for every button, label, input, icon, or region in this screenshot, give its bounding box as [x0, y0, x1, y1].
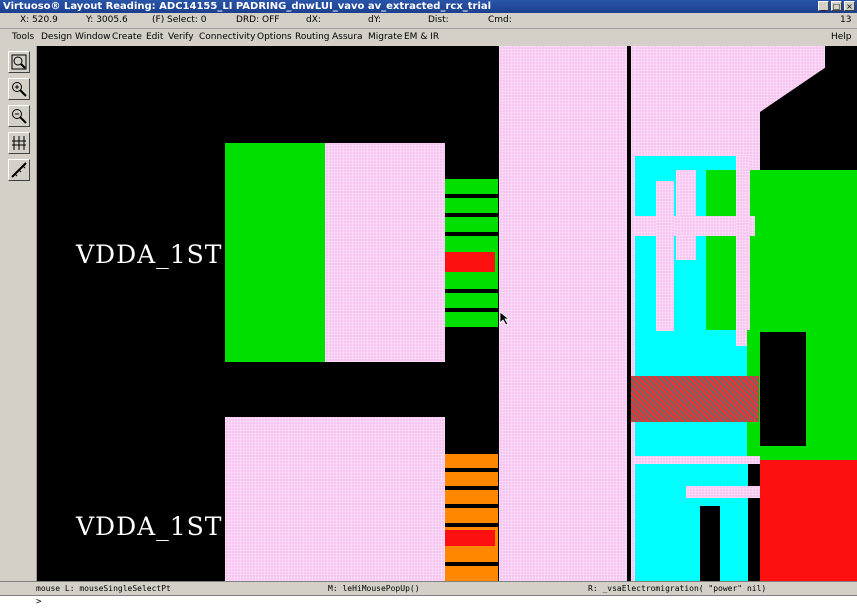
x-coordinate: X: 520.9 [20, 15, 58, 25]
drd-status: DRD: OFF [236, 15, 280, 25]
green-region-right [706, 170, 857, 330]
close-button[interactable]: × [844, 1, 855, 11]
menu-edit[interactable]: Edit [146, 32, 163, 42]
command-input[interactable]: > [0, 595, 857, 610]
menu-options[interactable]: Options [257, 32, 292, 42]
ruler-icon[interactable] [8, 159, 30, 181]
menu-design[interactable]: Design [41, 32, 72, 42]
maximize-button[interactable]: □ [831, 1, 842, 11]
menu-help[interactable]: Help [831, 32, 852, 42]
pin-label-vdda-upper: VDDA_1ST [76, 240, 223, 269]
pink-strap-v2 [736, 156, 750, 346]
red-region-right [760, 460, 857, 581]
menu-window[interactable]: Window [75, 32, 111, 42]
dist-readout: Dist: [428, 15, 449, 25]
pad-pink-lower [225, 417, 445, 581]
mouse-left-binding: mouse L: mouseSingleSelectPt [36, 584, 171, 593]
zoom-out-icon[interactable] [8, 105, 30, 127]
fit-view-icon[interactable] [8, 51, 30, 73]
select-count: (F) Select: 0 [152, 15, 207, 25]
column-divider [627, 46, 631, 581]
menu-assura[interactable]: Assura [332, 32, 362, 42]
stretch-icon[interactable] [8, 132, 30, 154]
pink-strap [676, 170, 696, 260]
pink-strap-lower [635, 456, 760, 464]
tool-palette [0, 46, 37, 581]
window-number: 13 [840, 15, 852, 25]
black-slot [700, 506, 720, 581]
pin-label-vdda-lower: VDDA_1ST [76, 512, 223, 541]
finger-gap [445, 308, 498, 312]
menu-routing[interactable]: Routing [295, 32, 330, 42]
cmd-readout: Cmd: [488, 15, 512, 25]
title-bar: Virtuoso® Layout Reading: ADC14155_LI PA… [0, 0, 857, 13]
status-bar: X: 520.9 Y: 3005.6 (F) Select: 0 DRD: OF… [0, 13, 857, 29]
pad-green-upper [225, 143, 325, 362]
finger-gap [445, 486, 498, 490]
finger-gap [445, 289, 498, 293]
finger-gap [445, 523, 498, 527]
menu-connectivity[interactable]: Connectivity [199, 32, 255, 42]
pink-strap-v [656, 181, 674, 331]
y-coordinate: Y: 3005.6 [86, 15, 128, 25]
canvas-left-strip [36, 46, 51, 581]
metal-trunk [499, 46, 635, 581]
mouse-right-binding: R: _vsaElectromigration( "power" nil) [588, 584, 767, 593]
finger-gap [445, 194, 498, 198]
menu-tools[interactable]: Tools [12, 32, 34, 42]
pink-strap-lower2 [686, 486, 760, 498]
finger-gap [445, 504, 498, 508]
dx-readout: dX: [306, 15, 321, 25]
window-title: Virtuoso® Layout Reading: ADC14155_LI PA… [3, 1, 492, 12]
pad-pink-upper [325, 143, 445, 362]
finger-gap [445, 213, 498, 217]
command-prompt: > [36, 597, 42, 607]
dy-readout: dY: [368, 15, 382, 25]
finger-gap [445, 232, 498, 236]
mouse-bindings-bar: mouse L: mouseSingleSelectPt M: leHiMous… [0, 581, 857, 596]
menu-create[interactable]: Create [112, 32, 142, 42]
minimize-button[interactable]: _ [818, 1, 829, 11]
layout-canvas[interactable]: VDDA_1ST VDDA_1ST [36, 46, 857, 581]
menu-em-ir[interactable]: EM & IR [404, 32, 439, 42]
hatched-region [631, 376, 759, 422]
mouse-middle-binding: M: leHiMousePopUp() [328, 584, 420, 593]
menu-verify[interactable]: Verify [168, 32, 194, 42]
finger-gap [445, 468, 498, 472]
finger-red-lower [445, 530, 495, 546]
black-notch [760, 332, 806, 446]
menu-bar: Tools Design Window Create Edit Verify C… [0, 29, 857, 47]
zoom-in-icon[interactable] [8, 78, 30, 100]
finger-gap [445, 562, 498, 566]
menu-migrate[interactable]: Migrate [368, 32, 402, 42]
mouse-pointer-icon [500, 312, 510, 326]
finger-red-upper [445, 252, 495, 272]
